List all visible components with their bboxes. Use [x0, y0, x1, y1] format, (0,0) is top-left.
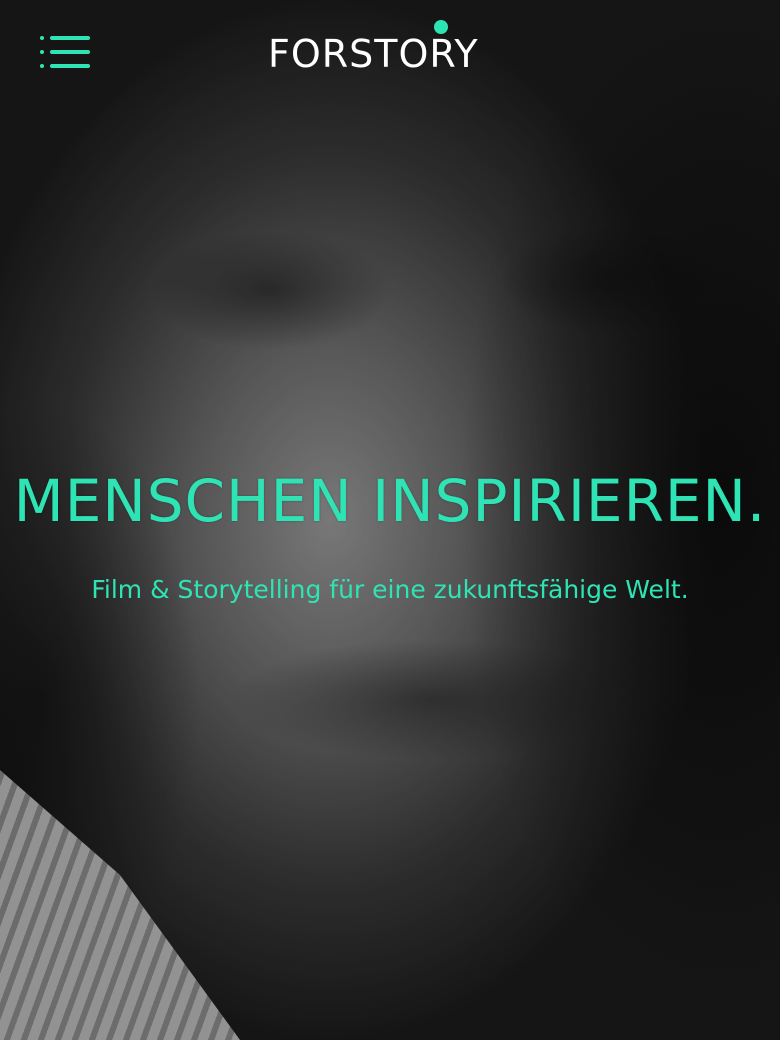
menu-line: [50, 36, 90, 40]
hero-headline: MENSCHEN INSPIRIEREN.: [13, 467, 767, 535]
menu-dot: [40, 36, 44, 40]
site-logo[interactable]: FORSTORY: [268, 20, 479, 78]
hero-section: FORSTORY MENSCHEN INSPIRIEREN. Film & St…: [0, 0, 780, 1040]
menu-line: [50, 50, 90, 54]
hero-subline: Film & Storytelling für eine zukunftsfäh…: [91, 575, 689, 604]
hamburger-menu-icon[interactable]: [40, 36, 90, 78]
menu-dot: [40, 50, 44, 54]
menu-dot: [40, 64, 44, 68]
logo-dot-icon: [434, 20, 448, 34]
logo-text: FORSTORY: [268, 32, 479, 76]
menu-line: [50, 64, 90, 68]
